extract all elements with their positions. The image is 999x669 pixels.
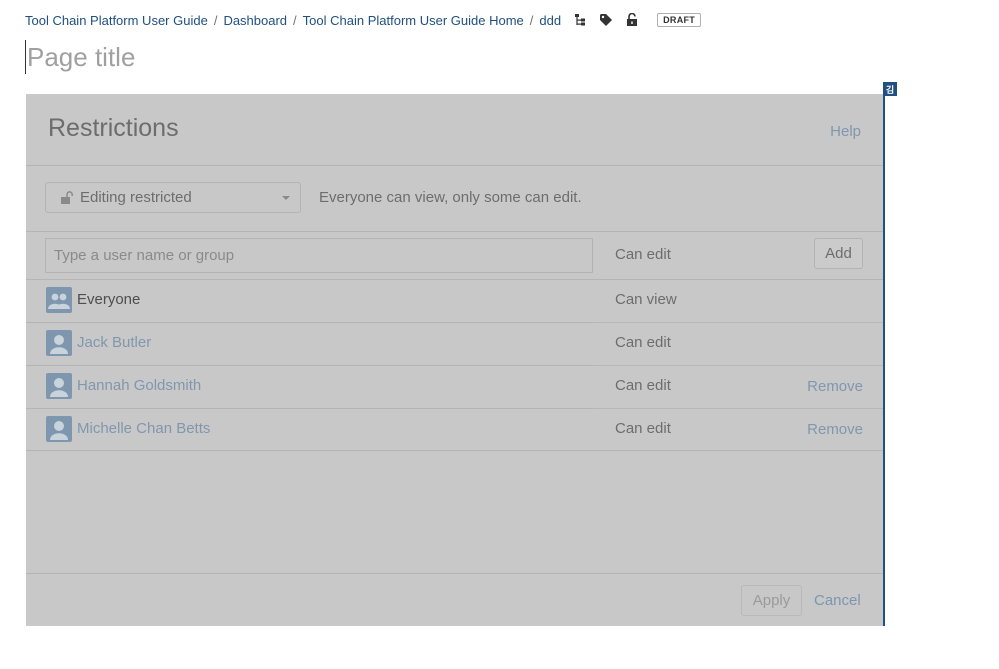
- page-tree-icon[interactable]: [573, 13, 587, 27]
- user-avatar-icon: [46, 373, 72, 399]
- breadcrumb-item-current-page[interactable]: ddd: [539, 13, 561, 28]
- user-search-input[interactable]: [45, 238, 593, 273]
- list-item: Michelle Chan Betts Can edit Remove: [26, 408, 883, 450]
- divider: [26, 231, 883, 232]
- user-avatar-icon: [46, 416, 72, 442]
- restriction-description: Everyone can view, only some can edit.: [319, 189, 582, 206]
- breadcrumb-item-dashboard[interactable]: Dashboard: [223, 13, 287, 28]
- list-item: Hannah Goldsmith Can edit Remove: [26, 365, 883, 407]
- entry-name[interactable]: Jack Butler: [77, 334, 151, 351]
- unlock-icon: [61, 190, 73, 204]
- breadcrumb-separator: /: [529, 12, 534, 28]
- draft-badge: DRAFT: [657, 13, 702, 27]
- unlock-icon[interactable]: [625, 13, 639, 27]
- restrictions-dialog: Restrictions Help Editing restricted Eve…: [26, 94, 883, 626]
- group-avatar-icon: [46, 287, 72, 313]
- permission-select[interactable]: Can edit: [615, 246, 671, 263]
- breadcrumb: Tool Chain Platform User Guide / Dashboa…: [25, 11, 702, 29]
- dialog-title: Restrictions: [48, 114, 179, 142]
- divider: [26, 165, 883, 166]
- page-title-input[interactable]: Page title: [25, 40, 135, 74]
- entry-permission[interactable]: Can edit: [615, 377, 671, 394]
- list-item: Everyone Can view: [26, 279, 883, 321]
- entry-name[interactable]: Michelle Chan Betts: [77, 420, 210, 437]
- add-button[interactable]: Add: [814, 238, 863, 269]
- entry-permission[interactable]: Can view: [615, 291, 677, 308]
- remove-link[interactable]: Remove: [807, 421, 863, 438]
- list-item: Jack Butler Can edit: [26, 322, 883, 364]
- chevron-down-icon: [282, 196, 290, 200]
- corner-tag: 김: [883, 82, 897, 96]
- restriction-mode-select[interactable]: Editing restricted: [45, 182, 301, 213]
- apply-button[interactable]: Apply: [741, 585, 802, 616]
- entry-permission[interactable]: Can edit: [615, 420, 671, 437]
- remove-link[interactable]: Remove: [807, 378, 863, 395]
- footer-divider: [26, 573, 883, 574]
- restriction-mode-label: Editing restricted: [80, 189, 192, 206]
- entry-permission[interactable]: Can edit: [615, 334, 671, 351]
- breadcrumb-separator: /: [293, 12, 297, 28]
- editor-edge-rule: [883, 94, 885, 626]
- entry-name: Everyone: [77, 291, 141, 308]
- breadcrumb-item-guide[interactable]: Tool Chain Platform User Guide: [25, 13, 208, 28]
- help-link[interactable]: Help: [830, 123, 861, 140]
- cancel-link[interactable]: Cancel: [814, 592, 861, 609]
- divider: [26, 450, 883, 451]
- label-icon[interactable]: [599, 13, 613, 27]
- breadcrumb-separator: /: [213, 12, 218, 28]
- breadcrumb-item-guide-home[interactable]: Tool Chain Platform User Guide Home: [303, 13, 524, 28]
- user-avatar-icon: [46, 330, 72, 356]
- entry-name[interactable]: Hannah Goldsmith: [77, 377, 201, 394]
